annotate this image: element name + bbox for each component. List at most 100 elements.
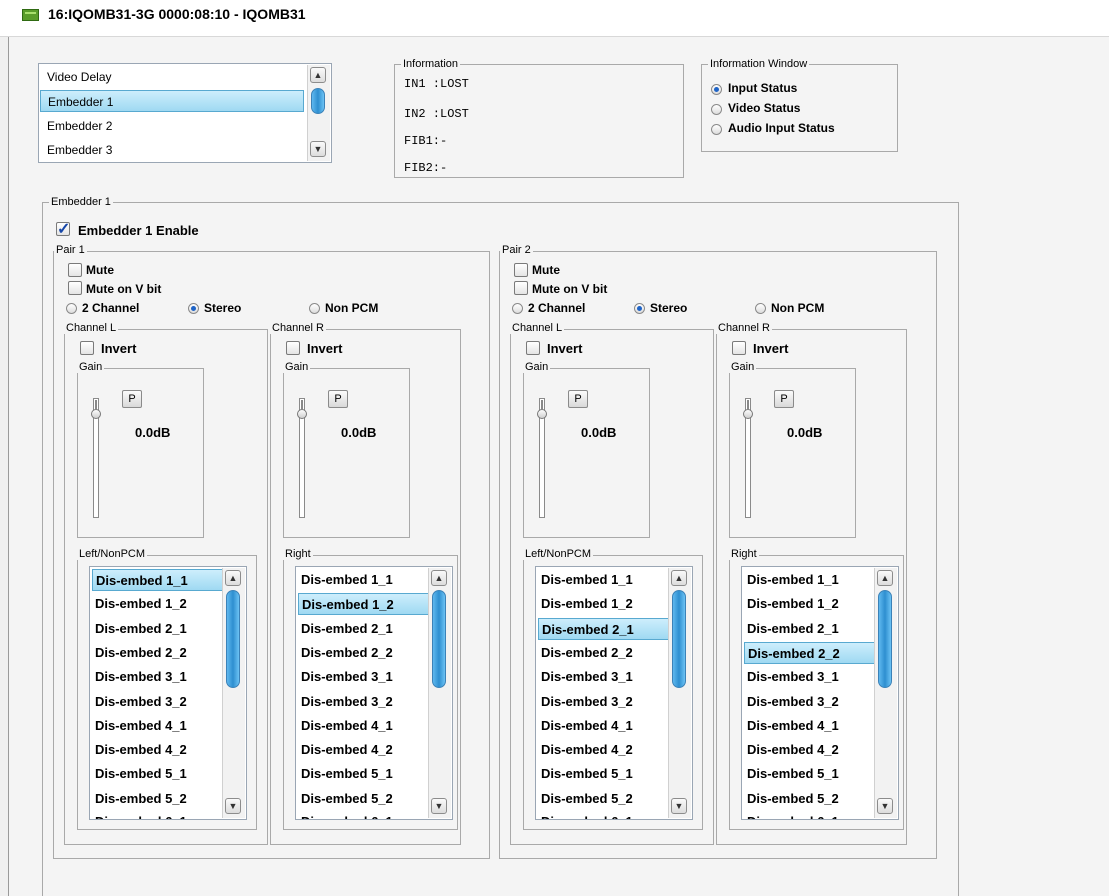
pair-1-channel-l-source-listbox[interactable]: Dis-embed 1_1 Dis-embed 1_2 Dis-embed 2_1 D… (89, 566, 247, 820)
module-listbox[interactable]: Video Delay Embedder 1 Embedder 2 Embedd… (38, 63, 332, 163)
source-option[interactable]: Dis-embed 2_2 (92, 642, 224, 664)
source-option[interactable]: Dis-embed 3_2 (538, 691, 670, 713)
pair-2-radio-2-channel[interactable] (512, 303, 523, 314)
source-option[interactable]: Dis-embed 5_2 (538, 788, 670, 810)
scroll-up-icon[interactable]: ▲ (310, 67, 326, 83)
scroll-thumb[interactable] (226, 590, 240, 688)
pair-1-channel-l-p-button[interactable]: P (122, 390, 142, 408)
source-option[interactable]: Dis-embed 3_1 (538, 666, 670, 688)
list-item-video-delay[interactable]: Video Delay (40, 66, 304, 88)
source-option[interactable]: Dis-embed 2_2 (744, 641, 876, 664)
pair-2-channel-l-invert-checkbox[interactable] (526, 341, 540, 355)
pair-1-channel-l-invert-checkbox[interactable] (80, 341, 94, 355)
source-option[interactable]: Dis-embed 3_2 (92, 691, 224, 713)
source-option[interactable]: Dis-embed 5_1 (538, 763, 670, 785)
source-option[interactable]: Dis-embed 4_2 (538, 739, 670, 761)
pair-2-channel-r-invert-checkbox[interactable] (732, 341, 746, 355)
source-list-scrollbar[interactable]: ▲ ▼ (874, 568, 897, 818)
pair-1-channel-r-slider-knob[interactable] (297, 409, 307, 419)
source-option[interactable]: Dis-embed 3_2 (298, 691, 430, 713)
source-option[interactable]: Dis-embed 1_2 (538, 593, 670, 615)
source-option[interactable]: Dis-embed 5_1 (298, 763, 430, 785)
pair-2-mute-checkbox[interactable] (514, 263, 528, 277)
source-option[interactable]: Dis-embed 2_1 (538, 617, 670, 640)
source-option[interactable]: Dis-embed 1_2 (92, 593, 224, 615)
scroll-thumb[interactable] (672, 590, 686, 688)
pair-1-mute-checkbox[interactable] (68, 263, 82, 277)
scroll-up-icon[interactable]: ▲ (671, 570, 687, 586)
list-item-embedder-3[interactable]: Embedder 3 (40, 139, 304, 161)
source-option[interactable]: Dis-embed 6_1 (538, 812, 670, 819)
source-option[interactable]: Dis-embed 4_1 (92, 715, 224, 737)
scroll-down-icon[interactable]: ▼ (671, 798, 687, 814)
module-list-scrollbar[interactable]: ▲ ▼ (307, 65, 330, 161)
scroll-up-icon[interactable]: ▲ (431, 570, 447, 586)
scroll-down-icon[interactable]: ▼ (877, 798, 893, 814)
source-option[interactable]: Dis-embed 6_1 (298, 812, 430, 819)
pair-2-mute-v-checkbox[interactable] (514, 281, 528, 295)
pair-1-channel-r-invert-checkbox[interactable] (286, 341, 300, 355)
source-option[interactable]: Dis-embed 3_1 (298, 666, 430, 688)
scroll-thumb[interactable] (311, 88, 325, 114)
source-option[interactable]: Dis-embed 1_1 (744, 569, 876, 591)
scroll-down-icon[interactable]: ▼ (225, 798, 241, 814)
pair-1-channel-r-source-listbox[interactable]: Dis-embed 1_1 Dis-embed 1_2 Dis-embed 2_1 D… (295, 566, 453, 820)
pair-2-channel-l-source-listbox[interactable]: Dis-embed 1_1 Dis-embed 1_2 Dis-embed 2_1 D… (535, 566, 693, 820)
source-option[interactable]: Dis-embed 4_2 (744, 739, 876, 761)
embedder-enable-checkbox[interactable] (56, 219, 70, 239)
radio-input-status[interactable] (711, 84, 722, 95)
source-option[interactable]: Dis-embed 3_2 (744, 691, 876, 713)
pair-1-radio-2-channel[interactable] (66, 303, 77, 314)
source-option[interactable]: Dis-embed 3_1 (92, 666, 224, 688)
pair-2-stereo-label: Stereo (650, 301, 688, 315)
source-option[interactable]: Dis-embed 1_1 (298, 569, 430, 591)
pair-1-mute-v-checkbox[interactable] (68, 281, 82, 295)
list-item-embedder-1[interactable]: Embedder 1 (40, 90, 304, 112)
source-option[interactable]: Dis-embed 2_1 (92, 618, 224, 640)
source-list-scrollbar[interactable]: ▲ ▼ (428, 568, 451, 818)
source-list-scrollbar[interactable]: ▲ ▼ (222, 568, 245, 818)
pair-2-channel-r-slider-knob[interactable] (743, 409, 753, 419)
source-option[interactable]: Dis-embed 5_1 (92, 763, 224, 785)
source-option[interactable]: Dis-embed 6_1 (744, 812, 876, 819)
pair-1-radio-non-pcm[interactable] (309, 303, 320, 314)
pair-2-channel-l-slider-knob[interactable] (537, 409, 547, 419)
source-option[interactable]: Dis-embed 5_2 (744, 788, 876, 810)
source-option[interactable]: Dis-embed 4_2 (298, 739, 430, 761)
pair-1-channel-l-slider-knob[interactable] (91, 409, 101, 419)
scroll-up-icon[interactable]: ▲ (877, 570, 893, 586)
source-option[interactable]: Dis-embed 1_1 (538, 569, 670, 591)
source-option[interactable]: Dis-embed 5_1 (744, 763, 876, 785)
radio-video-status[interactable] (711, 104, 722, 115)
radio-audio-input-status[interactable] (711, 124, 722, 135)
source-option[interactable]: Dis-embed 4_1 (298, 715, 430, 737)
source-option[interactable]: Dis-embed 4_1 (744, 715, 876, 737)
pair-1-radio-stereo[interactable] (188, 303, 199, 314)
source-option[interactable]: Dis-embed 3_1 (744, 666, 876, 688)
scroll-up-icon[interactable]: ▲ (225, 570, 241, 586)
list-item-embedder-2[interactable]: Embedder 2 (40, 115, 304, 137)
pair-2-radio-stereo[interactable] (634, 303, 645, 314)
source-option[interactable]: Dis-embed 2_2 (538, 642, 670, 664)
scroll-down-icon[interactable]: ▼ (310, 141, 326, 157)
source-option[interactable]: Dis-embed 5_2 (92, 788, 224, 810)
source-option[interactable]: Dis-embed 4_1 (538, 715, 670, 737)
pair-2-channel-r-p-button[interactable]: P (774, 390, 794, 408)
source-option[interactable]: Dis-embed 1_2 (744, 593, 876, 615)
pair-1-channel-r-p-button[interactable]: P (328, 390, 348, 408)
source-option[interactable]: Dis-embed 6_1 (92, 812, 224, 819)
source-option[interactable]: Dis-embed 2_1 (298, 618, 430, 640)
source-option[interactable]: Dis-embed 4_2 (92, 739, 224, 761)
source-option[interactable]: Dis-embed 1_1 (92, 569, 224, 591)
source-option[interactable]: Dis-embed 2_2 (298, 642, 430, 664)
scroll-thumb[interactable] (878, 590, 892, 688)
scroll-down-icon[interactable]: ▼ (431, 798, 447, 814)
source-list-scrollbar[interactable]: ▲ ▼ (668, 568, 691, 818)
pair-2-channel-r-source-listbox[interactable]: Dis-embed 1_1 Dis-embed 1_2 Dis-embed 2_1 D… (741, 566, 899, 820)
pair-2-radio-non-pcm[interactable] (755, 303, 766, 314)
source-option[interactable]: Dis-embed 1_2 (298, 593, 430, 616)
pair-2-channel-l-p-button[interactable]: P (568, 390, 588, 408)
source-option[interactable]: Dis-embed 5_2 (298, 788, 430, 810)
source-option[interactable]: Dis-embed 2_1 (744, 618, 876, 640)
scroll-thumb[interactable] (432, 590, 446, 688)
